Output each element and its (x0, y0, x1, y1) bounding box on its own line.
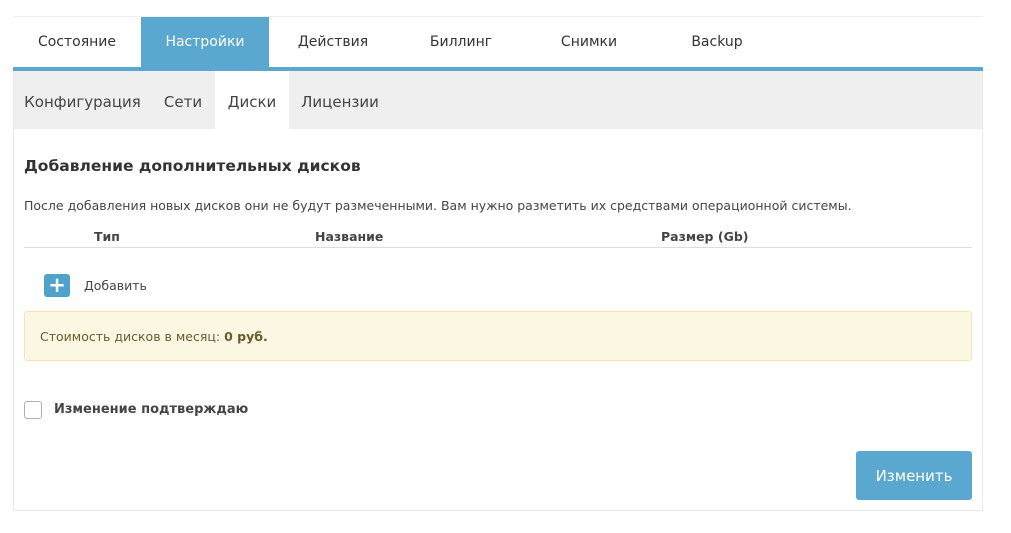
tab-state[interactable]: Состояние (13, 17, 141, 67)
tab-settings[interactable]: Настройки (141, 17, 269, 67)
plus-icon[interactable]: + (44, 274, 70, 297)
column-size: Размер (Gb) (661, 229, 749, 244)
main-tabs: Состояние Настройки Действия Биллинг Сни… (13, 17, 983, 71)
submit-button[interactable]: Изменить (856, 451, 972, 500)
subtab-networks[interactable]: Сети (151, 71, 215, 129)
column-type: Тип (94, 229, 120, 244)
tab-backup[interactable]: Backup (653, 17, 781, 67)
disk-cost-alert: Стоимость дисков в месяц: 0 руб. (24, 311, 972, 361)
tab-snapshots[interactable]: Снимки (525, 17, 653, 67)
tab-actions[interactable]: Действия (269, 17, 397, 67)
disks-table-header: Тип Название Размер (Gb) (24, 229, 972, 248)
subtab-configuration[interactable]: Конфигурация (14, 71, 151, 129)
section-title: Добавление дополнительных дисков (24, 157, 361, 175)
disk-cost-value: 0 руб. (224, 329, 268, 344)
tab-billing[interactable]: Биллинг (397, 17, 525, 67)
subtab-disks[interactable]: Диски (215, 71, 289, 129)
confirm-label[interactable]: Изменение подтверждаю (54, 402, 248, 417)
disk-cost-label: Стоимость дисков в месяц: (40, 329, 221, 344)
subtab-licenses[interactable]: Лицензии (289, 71, 391, 129)
section-note: После добавления новых дисков они не буд… (24, 198, 852, 213)
confirm-checkbox[interactable] (24, 401, 42, 419)
add-disk-label[interactable]: Добавить (84, 278, 147, 293)
column-name: Название (315, 229, 384, 244)
settings-panel: Конфигурация Сети Диски Лицензии Добавле… (13, 71, 983, 511)
disk-cost-text: Стоимость дисков в месяц: 0 руб. (40, 329, 268, 344)
server-settings-panel: Состояние Настройки Действия Биллинг Сни… (13, 16, 983, 511)
sub-tabs: Конфигурация Сети Диски Лицензии (14, 71, 982, 129)
